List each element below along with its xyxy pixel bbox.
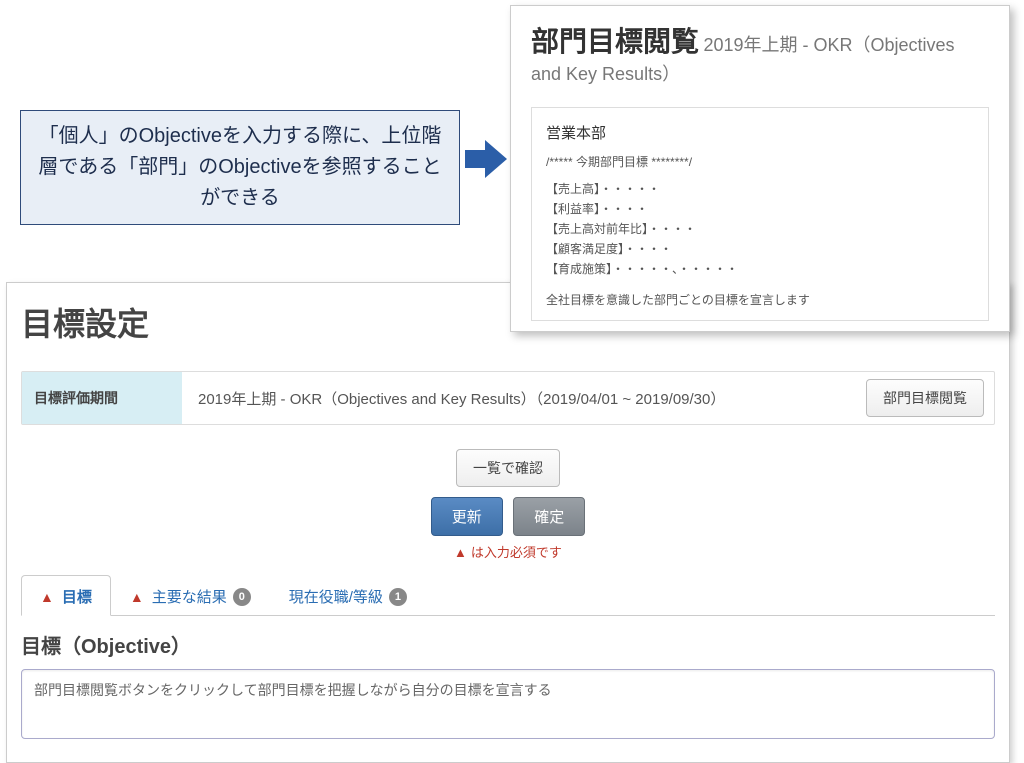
objective-textarea[interactable]	[21, 669, 995, 739]
popup-separator: /***** 今期部門目標 ********/	[546, 153, 974, 170]
dept-objective-popup: 部門目標閲覧 2019年上期 - OKR（Objectives and Key …	[510, 5, 1010, 332]
confirm-button[interactable]: 確定	[513, 497, 585, 536]
tab-key-results[interactable]: ▲ 主要な結果 0	[111, 575, 270, 615]
position-badge: 1	[389, 588, 407, 606]
tab-bar: ▲ 目標 ▲ 主要な結果 0 現在役職/等級 1	[21, 575, 995, 616]
warning-icon: ▲	[130, 589, 144, 605]
key-results-badge: 0	[233, 588, 251, 606]
popup-title: 部門目標閲覧	[531, 26, 699, 57]
callout-note: 「個人」のObjectiveを入力する際に、上位階層である「部門」のObject…	[20, 110, 460, 225]
update-button[interactable]: 更新	[431, 497, 503, 536]
main-panel: 目標設定 目標評価期間 2019年上期 - OKR（Objectives and…	[6, 282, 1010, 763]
tab-position-label: 現在役職/等級	[289, 586, 383, 607]
popup-footer: 全社目標を意識した部門ごとの目標を宣言します	[546, 291, 974, 308]
required-note-text: は入力必須です	[471, 545, 562, 560]
period-value: 2019年上期 - OKR（Objectives and Key Results…	[182, 388, 866, 409]
period-label: 目標評価期間	[22, 372, 182, 424]
warning-icon: ▲	[454, 545, 467, 560]
popup-department: 営業本部	[546, 122, 974, 143]
required-note: ▲ は入力必須です	[21, 542, 995, 561]
tab-position[interactable]: 現在役職/等級 1	[270, 575, 426, 615]
popup-line: 【売上高】・・・・・	[546, 180, 974, 197]
popup-body: 営業本部 /***** 今期部門目標 ********/ 【売上高】・・・・・ …	[531, 107, 989, 321]
popup-line: 【育成施策】・・・・・、・・・・・	[546, 260, 974, 277]
warning-icon: ▲	[40, 589, 54, 605]
tab-key-results-label: 主要な結果	[152, 586, 227, 607]
evaluation-period-row: 目標評価期間 2019年上期 - OKR（Objectives and Key …	[21, 371, 995, 425]
objective-section-title: 目標（Objective）	[21, 630, 995, 659]
popup-line: 【顧客満足度】・・・・	[546, 240, 974, 257]
popup-line: 【売上高対前年比】・・・・	[546, 220, 974, 237]
popup-line: 【利益率】・・・・	[546, 200, 974, 217]
tab-objective[interactable]: ▲ 目標	[21, 575, 111, 616]
view-dept-objective-button[interactable]: 部門目標閲覧	[866, 379, 984, 417]
arrow-right-icon	[465, 138, 507, 180]
list-confirm-button[interactable]: 一覧で確認	[456, 449, 560, 487]
tab-objective-label: 目標	[62, 586, 92, 607]
